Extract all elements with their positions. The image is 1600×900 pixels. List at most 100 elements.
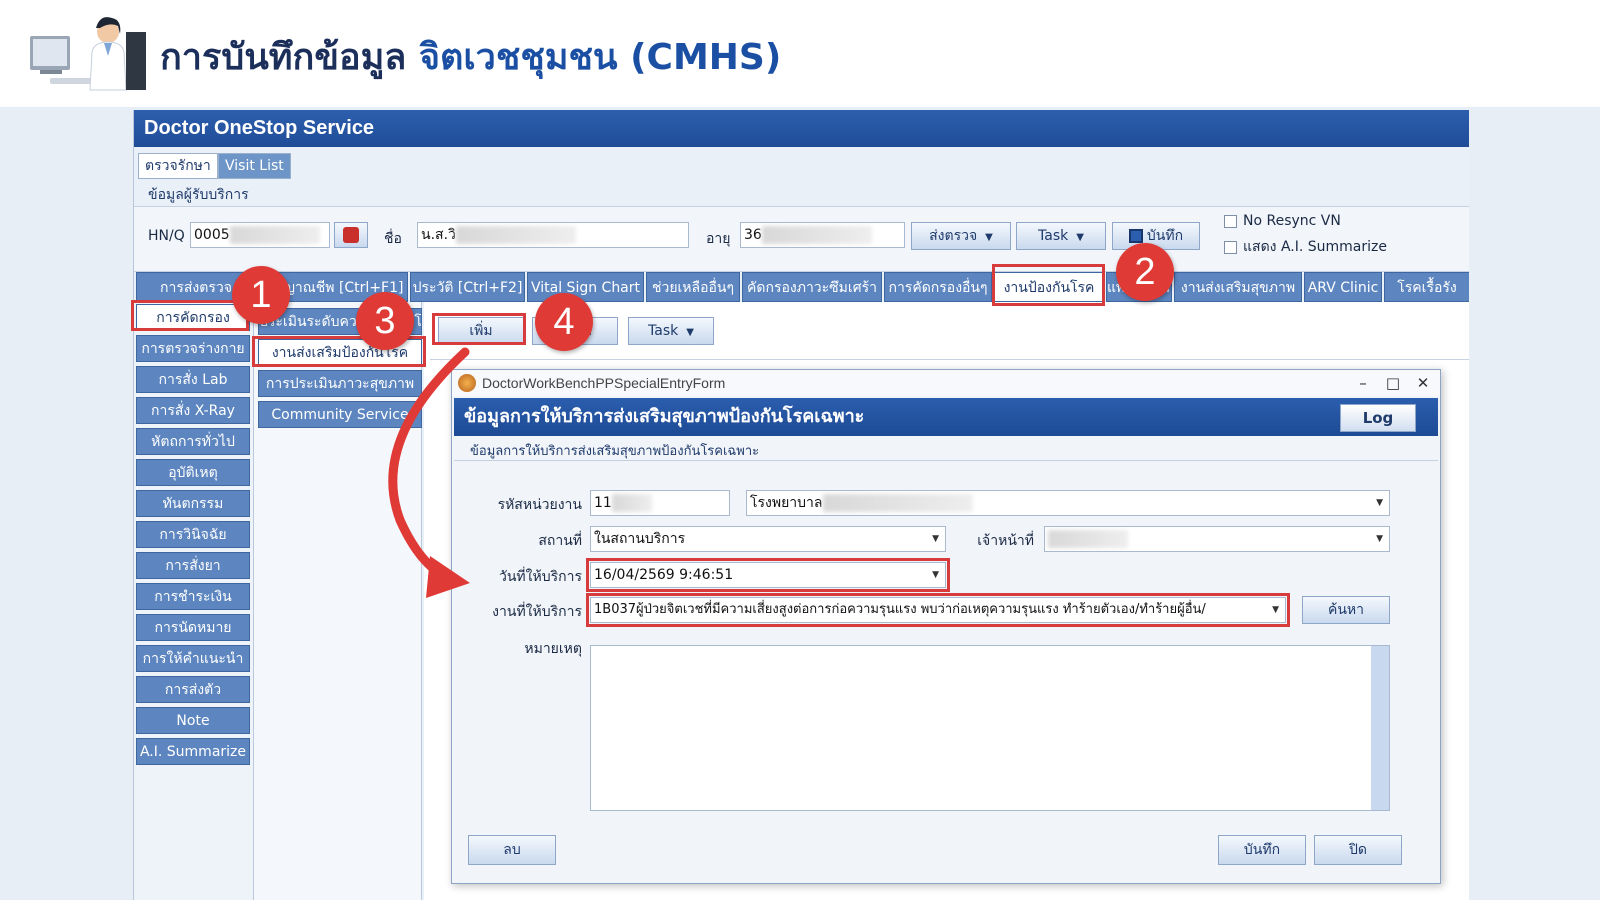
chevron-down-icon: ▼ (1376, 498, 1383, 508)
service-date-value: 16/04/2569 9:46:51 (594, 567, 734, 583)
minimize-icon[interactable]: – (1348, 370, 1378, 396)
slide-title-main: การบันทึกข้อมูล (160, 37, 407, 78)
service-date-label: วันที่ให้บริการ (499, 569, 582, 585)
maximize-icon[interactable]: □ (1378, 370, 1408, 396)
unit-code-value: 11 (594, 495, 612, 511)
patient-section-label: ข้อมูลผู้รับบริการ (148, 187, 249, 203)
step-badge-3: 3 (356, 292, 414, 350)
place-label: สถานที่ (538, 533, 582, 549)
note-scrollbar[interactable] (1371, 646, 1389, 810)
task-label: Task (1038, 228, 1069, 244)
service-type-select[interactable]: 1B037ผู้ป่วยจิตเวชที่มีความเสี่ยงสูงต่อก… (586, 593, 1290, 627)
log-button[interactable]: Log (1340, 404, 1416, 432)
sidebar-item-advice[interactable]: การให้คำแนะนำ (136, 645, 250, 672)
work-table-header (430, 350, 1469, 360)
chevron-down-icon: ▼ (1376, 534, 1383, 544)
sidebar-item-physical-exam[interactable]: การตรวจร่างกาย (136, 335, 250, 362)
divider (454, 460, 1438, 461)
close-icon[interactable]: ✕ (1408, 370, 1438, 396)
hn-value: 0005 (194, 227, 230, 243)
chevron-down-icon: ▼ (1268, 598, 1279, 622)
chevron-down-icon: ▼ (686, 327, 694, 338)
sidebar-item-xray[interactable]: การสั่ง X-Ray (136, 397, 250, 424)
tab-vital-sign-chart[interactable]: Vital Sign Chart (527, 272, 644, 302)
ai-summarize-label: แสดง A.I. Summarize (1243, 239, 1387, 255)
step-badge-4: 4 (535, 293, 593, 351)
staff-label: เจ้าหน้าที่ (977, 533, 1034, 549)
age-value: 36 (744, 227, 762, 243)
patient-search-button[interactable] (334, 222, 368, 248)
sidebar-item-prescription[interactable]: การสั่งยา (136, 552, 250, 579)
tab-visit-list[interactable]: Visit List (218, 153, 291, 179)
tab-chronic-disease[interactable]: โรคเรื้อรัง (1384, 272, 1469, 302)
tab-examination[interactable]: ตรวจรักษา (138, 153, 218, 179)
place-select[interactable]: ในสถานบริการ ▼ (590, 526, 946, 552)
tab-arv-clinic[interactable]: ARV Clinic (1304, 272, 1382, 302)
search-button[interactable]: ค้นหา (1302, 596, 1390, 624)
chevron-down-icon: ▼ (1076, 232, 1084, 243)
sidebar-item-ai-summarize[interactable]: A.I. Summarize (136, 738, 250, 765)
send-exam-dropdown[interactable]: ส่งตรวจ ▼ (911, 222, 1011, 250)
dialog-close-button[interactable]: ปิด (1314, 835, 1402, 865)
name-label: ชื่อ (384, 231, 402, 247)
main-tab-strip: การส่งตรวจ สัญญาณชีพ [Ctrl+F1] ประวัติ [… (134, 268, 1469, 302)
note-textarea[interactable] (590, 645, 1390, 811)
work-task-label: Task (648, 323, 679, 339)
sidebar-item-appointment[interactable]: การนัดหมาย (136, 614, 250, 641)
chevron-down-icon: ▼ (932, 570, 939, 580)
step-badge-1: 1 (232, 266, 290, 324)
sidebar-item-payment[interactable]: การชำระเงิน (136, 583, 250, 610)
delete-button[interactable]: ลบ (468, 835, 556, 865)
no-resync-checkbox[interactable]: No Resync VN (1224, 213, 1341, 229)
redacted-blur (761, 226, 872, 244)
app-titlebar: Doctor OneStop Service (134, 110, 1469, 147)
hn-input[interactable]: 0005 (190, 222, 330, 248)
submenu-item-community-service[interactable]: Community Service (258, 401, 422, 428)
redacted-blur (822, 494, 973, 512)
save-label: บันทึก (1146, 228, 1184, 244)
sidebar-item-lab[interactable]: การสั่ง Lab (136, 366, 250, 393)
task-dropdown[interactable]: Task ▼ (1016, 222, 1106, 250)
note-label: หมายเหตุ (524, 641, 582, 657)
send-exam-label: ส่งตรวจ (929, 228, 978, 244)
service-date-picker[interactable]: 16/04/2569 9:46:51 ▼ (586, 558, 950, 592)
redacted-blur (229, 226, 320, 244)
work-task-dropdown[interactable]: Task ▼ (628, 317, 714, 345)
hn-label: HN/Q (148, 228, 185, 244)
unit-name-select[interactable]: โรงพยาบาล ▼ (746, 490, 1390, 516)
checkbox-icon (1224, 214, 1237, 228)
unit-name-value: โรงพยาบาล (750, 495, 823, 511)
age-input[interactable]: 36 (740, 222, 905, 248)
sidebar-item-diagnosis[interactable]: การวินิจฉัย (136, 521, 250, 548)
floppy-disk-icon (1128, 229, 1143, 243)
sidebar-item-note[interactable]: Note (136, 707, 250, 734)
tab-health-promotion[interactable]: งานส่งเสริมสุขภาพ (1174, 272, 1302, 302)
sidebar-item-procedure[interactable]: หัตถการทั่วไป (136, 428, 250, 455)
no-resync-label: No Resync VN (1243, 213, 1341, 229)
staff-select[interactable]: ▼ (1044, 526, 1390, 552)
place-value: ในสถานบริการ (594, 531, 686, 547)
tab-history[interactable]: ประวัติ [Ctrl+F2] (410, 272, 525, 302)
tab-depression-screening[interactable]: คัดกรองภาวะซึมเศร้า (742, 272, 882, 302)
slide-title-accent: จิตเวชชุมชน (CMHS) (418, 37, 782, 78)
sidebar-item-dental[interactable]: ทันตกรรม (136, 490, 250, 517)
dialog-subheader: ข้อมูลการให้บริการส่งเสริมสุขภาพป้องกันโ… (470, 444, 760, 459)
chevron-down-icon: ▼ (985, 232, 993, 243)
submenu-item-health-assessment[interactable]: การประเมินภาวะสุขภาพ (258, 370, 422, 397)
redacted-blur (1048, 530, 1128, 548)
dialog-header: ข้อมูลการให้บริการส่งเสริมสุขภาพป้องกันโ… (454, 398, 1438, 436)
sidebar-item-referral[interactable]: การส่งตัว (136, 676, 250, 703)
name-input[interactable]: น.ส.วิ (417, 222, 689, 248)
dialog-save-button[interactable]: บันทึก (1218, 835, 1306, 865)
sidebar-item-accident[interactable]: อุบัติเหตุ (136, 459, 250, 486)
pp-special-entry-dialog: DoctorWorkBenchPPSpecialEntryForm – □ ✕ … (451, 369, 1441, 884)
tab-other-screening[interactable]: การคัดกรองอื่นๆ (884, 272, 992, 302)
ai-summarize-checkbox[interactable]: แสดง A.I. Summarize (1224, 236, 1387, 258)
service-type-label: งานที่ให้บริการ (492, 604, 582, 620)
tab-other-help[interactable]: ช่วยเหลืออื่นๆ (646, 272, 740, 302)
unit-code-input[interactable]: 11 (590, 490, 730, 516)
dialog-titlebar: DoctorWorkBenchPPSpecialEntryForm (452, 370, 1440, 396)
slide-header: การบันทึกข้อมูล จิตเวชชุมชน (CMHS) (0, 0, 1600, 107)
checkbox-icon (1224, 240, 1237, 254)
age-label: อายุ (706, 231, 731, 247)
